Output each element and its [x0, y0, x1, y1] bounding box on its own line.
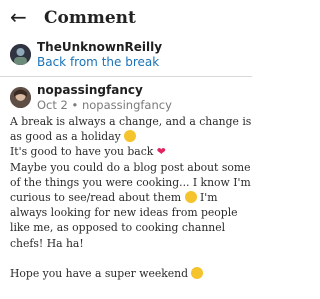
heart-icon: ❤: [156, 145, 166, 159]
page-title: Comment: [44, 8, 136, 28]
smiling-face-icon: [191, 266, 204, 279]
arrow-left-icon[interactable]: ←: [10, 6, 27, 28]
comment-body: A break is always a change, and a change…: [10, 114, 252, 281]
divider: [0, 76, 252, 77]
post-title-link[interactable]: Back from the break: [37, 55, 159, 70]
winking-face-icon: [184, 191, 197, 204]
comment-text: It's good to have you back: [10, 145, 154, 159]
avatar[interactable]: [10, 44, 31, 65]
avatar[interactable]: [10, 87, 31, 108]
winking-face-icon: [124, 130, 137, 143]
top-bar: ← Comment: [0, 0, 252, 36]
post-author[interactable]: TheUnknownReilly: [37, 40, 162, 55]
comment-closing: Hope you have a super weekend: [10, 266, 189, 280]
comment-author[interactable]: nopassingfancy: [37, 83, 143, 98]
comment-meta: Oct 2 • nopassingfancy: [37, 98, 172, 112]
